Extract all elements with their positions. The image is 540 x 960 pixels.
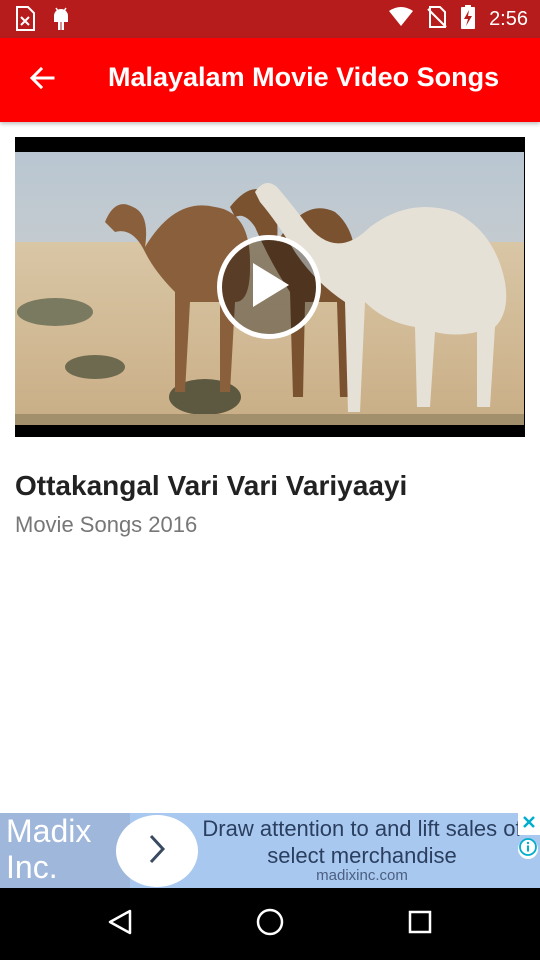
- page-title: Malayalam Movie Video Songs: [108, 62, 500, 92]
- play-button[interactable]: [217, 235, 321, 339]
- play-icon: [245, 259, 293, 316]
- status-time: 2:56: [489, 7, 528, 30]
- ad-brand-panel: Madix Inc.: [0, 813, 130, 888]
- close-icon: [522, 815, 536, 834]
- song-title[interactable]: Ottakangal Vari Vari Variyaayi: [15, 470, 407, 502]
- video-card[interactable]: [15, 137, 525, 437]
- app-bar: Malayalam Movie Video Songs: [0, 38, 540, 122]
- chevron-right-icon: [147, 833, 167, 870]
- ad-text: Draw attention to and lift sales of sele…: [202, 816, 522, 868]
- status-bar: 2:56: [0, 0, 540, 38]
- song-subtitle: Movie Songs 2016: [15, 512, 198, 537]
- navigation-bar: [0, 888, 540, 960]
- ad-cta-button[interactable]: [116, 815, 198, 887]
- ad-brand: Madix Inc.: [6, 813, 92, 885]
- ad-info-button[interactable]: [518, 837, 538, 861]
- arrow-back-icon: [29, 65, 55, 96]
- android-icon: [50, 6, 72, 37]
- home-circle-icon: [255, 907, 285, 942]
- sim-card-icon: [14, 6, 36, 37]
- ad-banner[interactable]: Madix Inc. Draw attention to and lift sa…: [0, 813, 540, 888]
- nav-home-button[interactable]: [240, 898, 300, 950]
- nav-recents-button[interactable]: [390, 898, 450, 950]
- battery-charging-icon: [461, 4, 476, 34]
- back-triangle-icon: [106, 908, 134, 941]
- ad-url: madixinc.com: [316, 867, 408, 884]
- wifi-icon: [389, 6, 414, 32]
- nav-back-button[interactable]: [90, 898, 150, 950]
- recents-square-icon: [407, 909, 433, 940]
- info-icon: [519, 837, 537, 861]
- no-sim-icon: [427, 5, 447, 33]
- ad-close-button[interactable]: [518, 813, 540, 835]
- back-button[interactable]: [22, 60, 62, 100]
